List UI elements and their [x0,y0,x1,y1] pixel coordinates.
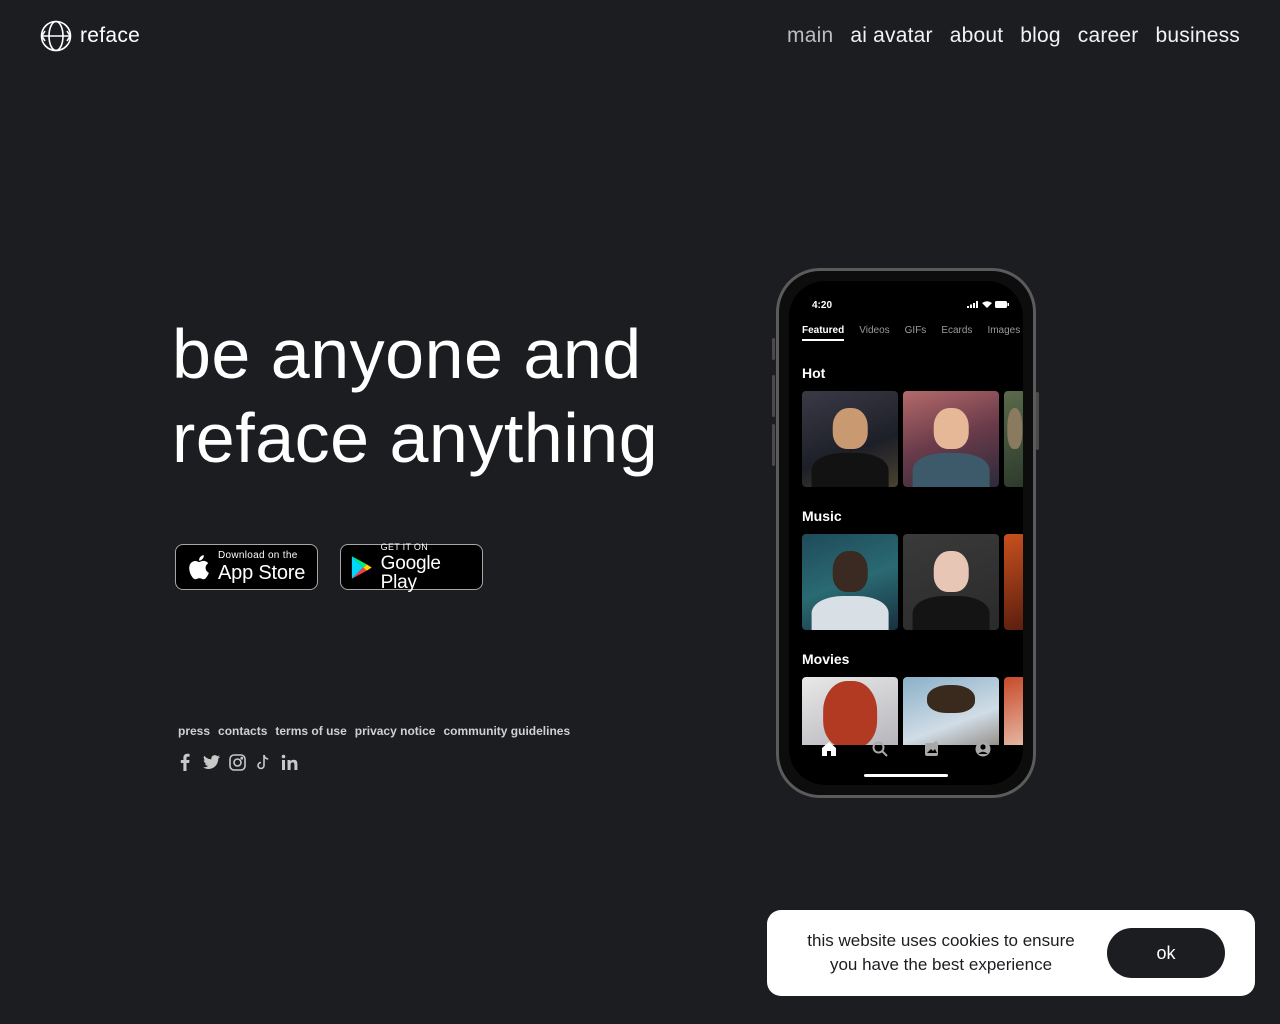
nav-ai-avatar[interactable]: ai avatar [850,24,932,48]
section-title-movies: Movies [802,651,850,667]
thumbnail[interactable] [903,534,999,630]
reface-logo[interactable]: reface [40,20,140,52]
thumbnail[interactable] [802,677,898,745]
google-play-small-text: GET IT ON [380,541,429,552]
phone-mockup: 4:20 Featured Videos GIFs Ecards Images … [776,268,1036,798]
google-play-icon [351,555,372,579]
instagram-icon[interactable] [228,752,246,772]
phone-bottom-nav [789,739,1023,759]
thumbnail[interactable] [903,391,999,487]
footer-link-contacts[interactable]: contacts [218,724,267,738]
tab-gifs[interactable]: GIFs [905,325,927,341]
search-icon[interactable] [870,739,890,759]
profile-icon[interactable] [973,739,993,759]
phone-tabs: Featured Videos GIFs Ecards Images [802,325,1020,341]
hero-title-line2: reface anything [172,399,659,477]
social-links [176,752,298,772]
app-store-big-text: App Store [218,562,306,584]
footer-link-press[interactable]: press [178,724,210,738]
cookie-text-line2: you have the best experience [829,955,1053,974]
nav-business[interactable]: business [1156,24,1240,48]
thumbnail[interactable] [802,534,898,630]
wifi-icon [982,301,992,308]
tiktok-icon[interactable] [254,752,272,772]
google-play-button[interactable]: GET IT ON Google Play [340,541,483,593]
thumbnail[interactable] [802,391,898,487]
store-buttons: Download on the App Store GET IT ON Goog… [175,541,483,593]
nav-blog[interactable]: blog [1020,24,1061,48]
thumbnail[interactable] [903,677,999,745]
globe-logo-icon [40,20,72,52]
nav-career[interactable]: career [1078,24,1139,48]
hot-row [802,391,1023,487]
footer-links: press contacts terms of use privacy noti… [178,724,570,738]
nav-about[interactable]: about [950,24,1004,48]
phone-side-button [772,375,775,417]
add-image-icon[interactable] [922,739,942,759]
status-time: 4:20 [812,300,833,311]
thumbnail[interactable] [1004,677,1023,745]
status-icons [967,301,1009,308]
footer-link-privacy[interactable]: privacy notice [355,724,436,738]
phone-side-button [772,424,775,466]
section-title-music: Music [802,508,842,524]
app-store-button[interactable]: Download on the App Store [175,544,318,590]
cookie-text: this website uses cookies to ensure you … [791,929,1091,977]
footer-link-terms[interactable]: terms of use [275,724,346,738]
phone-side-button [1036,392,1039,450]
phone-screen: 4:20 Featured Videos GIFs Ecards Images … [789,281,1023,785]
logo-text: reface [80,24,141,47]
battery-icon [995,301,1009,308]
footer-link-community[interactable]: community guidelines [443,724,570,738]
music-row [802,534,1023,630]
facebook-icon[interactable] [176,752,194,772]
home-indicator [864,774,948,777]
tab-images[interactable]: Images [987,325,1020,341]
thumbnail[interactable] [1004,391,1023,487]
section-title-hot: Hot [802,365,826,381]
nav-main[interactable]: main [787,24,833,48]
tab-ecards[interactable]: Ecards [941,325,972,341]
tab-featured[interactable]: Featured [802,325,845,341]
signal-icon [967,301,978,308]
cookie-text-line1: this website uses cookies to ensure [807,931,1075,950]
movies-row [802,677,1023,745]
hero-title: be anyone and reface anything [172,312,658,480]
home-icon[interactable] [819,739,839,759]
twitter-icon[interactable] [202,752,220,772]
thumbnail[interactable] [1004,534,1023,630]
app-store-small-text: Download on the [218,550,298,561]
hero-title-line1: be anyone and [172,315,642,393]
linkedin-icon[interactable] [280,752,298,772]
main-nav: main ai avatar about blog career busines… [787,24,1240,48]
phone-side-button [772,338,775,360]
cookie-banner: this website uses cookies to ensure you … [767,910,1255,996]
cookie-ok-button[interactable]: ok [1107,928,1225,978]
apple-icon [189,555,209,580]
google-play-big-text: Google Play [380,552,441,593]
tab-videos[interactable]: Videos [859,325,889,341]
